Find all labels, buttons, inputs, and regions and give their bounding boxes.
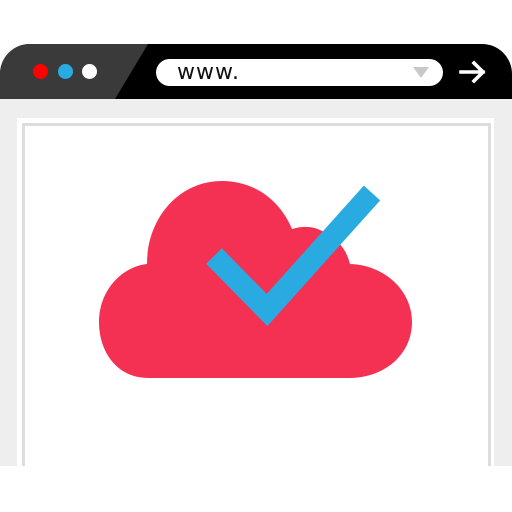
window-minimize-button[interactable]: [58, 64, 73, 79]
title-bar: www.: [0, 44, 512, 99]
window-close-button[interactable]: [33, 64, 48, 79]
title-bar-dark-gray-panel: [0, 44, 148, 99]
browser-illustration: www.: [0, 0, 512, 512]
chevron-down-icon[interactable]: [413, 67, 429, 78]
address-bar[interactable]: www.: [156, 59, 443, 86]
cloud-check-icon: [99, 181, 412, 378]
arrow-right-icon[interactable]: [458, 60, 488, 84]
window-maximize-button[interactable]: [82, 64, 97, 79]
url-text[interactable]: www.: [177, 60, 240, 85]
